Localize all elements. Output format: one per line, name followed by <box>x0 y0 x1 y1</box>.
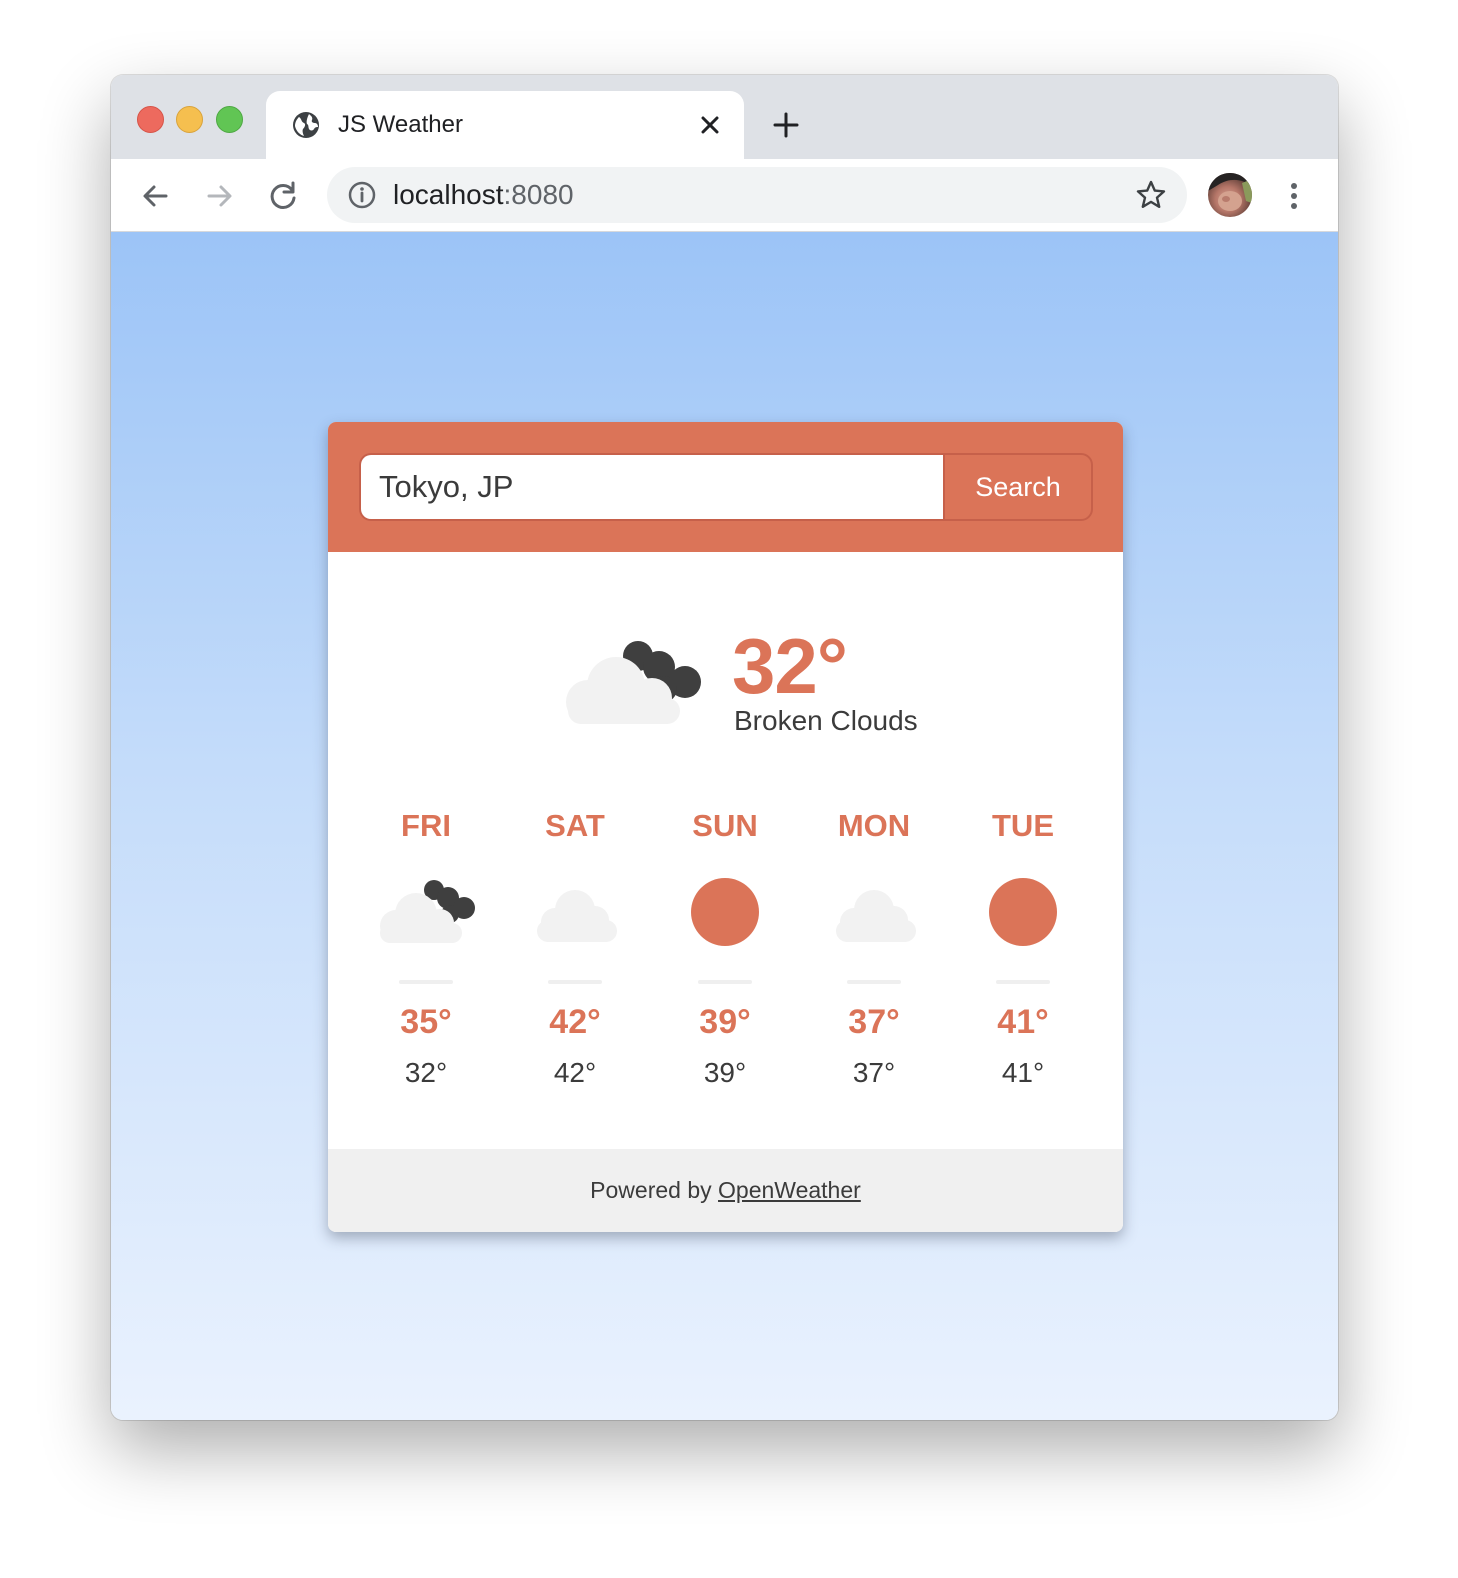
forecast-day-name: FRI <box>401 808 451 843</box>
forecast-high-temp: 35° <box>400 1003 452 1041</box>
reload-icon[interactable] <box>266 179 300 213</box>
search-button[interactable]: Search <box>943 453 1093 521</box>
forecast-low-temp: 37° <box>852 1057 896 1088</box>
forecast-day-name: SUN <box>692 808 758 843</box>
back-icon[interactable] <box>139 179 173 213</box>
sun-icon <box>691 878 759 946</box>
new-tab-icon[interactable] <box>771 110 801 140</box>
forecast-day: TUE 41° 41° <box>963 804 1083 1104</box>
forecast-day: FRI 35° 32° <box>366 804 486 1104</box>
cloud-icon <box>836 890 916 942</box>
card-footer: Powered by OpenWeather <box>328 1149 1123 1232</box>
search-header: Search <box>328 422 1123 552</box>
forecast-day-name: MON <box>837 808 911 843</box>
forecast-divider <box>847 980 901 984</box>
page-viewport: Search 32° Broken Clouds FRI <box>111 232 1338 1420</box>
forecast-divider <box>698 980 752 984</box>
minimize-window-button[interactable] <box>176 106 203 133</box>
zoom-window-button[interactable] <box>216 106 243 133</box>
url-text: localhost:8080 <box>393 178 574 212</box>
forecast-day-name: TUE <box>992 808 1054 843</box>
forecast-low-temp: 32° <box>404 1057 448 1088</box>
forecast-high-temp: 39° <box>699 1003 751 1041</box>
forecast-high-temp: 37° <box>848 1003 900 1041</box>
forecast-divider <box>399 980 453 984</box>
forecast-high-temp: 42° <box>549 1003 601 1041</box>
globe-icon <box>293 112 319 138</box>
forecast-low-temp: 41° <box>1001 1057 1045 1088</box>
openweather-link[interactable]: OpenWeather <box>718 1177 861 1203</box>
forecast-day: MON 37° 37° <box>814 804 934 1104</box>
close-window-button[interactable] <box>137 106 164 133</box>
address-bar[interactable]: localhost:8080 <box>327 167 1187 223</box>
broken-clouds-icon <box>566 641 701 724</box>
location-search-input[interactable] <box>359 453 943 521</box>
browser-toolbar: localhost:8080 <box>111 159 1338 232</box>
sun-icon <box>989 878 1057 946</box>
current-temperature: 32° <box>732 622 848 710</box>
forecast-high-temp: 41° <box>997 1003 1049 1041</box>
forecast-divider <box>548 980 602 984</box>
tab-js-weather[interactable]: JS Weather <box>266 91 744 159</box>
forecast-divider <box>996 980 1050 984</box>
more-menu-icon[interactable] <box>1281 179 1307 213</box>
screenshot-stage: JS Weather localhost:8080 Tokyo, JP Sear… <box>0 0 1458 1578</box>
cloud-icon <box>537 890 617 942</box>
forecast-day-name: SAT <box>545 808 605 843</box>
current-description: Broken Clouds <box>734 705 918 736</box>
avatar-photo-icon <box>1208 173 1252 211</box>
footer-prefix: Powered by <box>590 1177 719 1203</box>
profile-avatar[interactable] <box>1208 173 1252 217</box>
browser-window: JS Weather localhost:8080 Tokyo, JP Sear… <box>111 75 1338 1420</box>
forecast-day: SUN 39° 39° <box>665 804 785 1104</box>
forecast-low-temp: 39° <box>703 1057 747 1088</box>
url-port: :8080 <box>503 179 574 210</box>
forecast-low-temp: 42° <box>553 1057 597 1088</box>
broken-clouds-icon <box>380 880 475 943</box>
tab-strip: JS Weather <box>111 75 1338 159</box>
bookmark-star-icon[interactable] <box>1135 179 1167 211</box>
forecast-day: SAT 42° 42° <box>515 804 635 1104</box>
tab-title: JS Weather <box>338 111 463 138</box>
close-tab-icon[interactable] <box>696 111 724 139</box>
url-host: localhost <box>393 179 504 210</box>
weather-card: Search 32° Broken Clouds FRI <box>328 422 1123 1232</box>
forward-icon[interactable] <box>202 179 236 213</box>
info-icon[interactable] <box>347 180 377 210</box>
